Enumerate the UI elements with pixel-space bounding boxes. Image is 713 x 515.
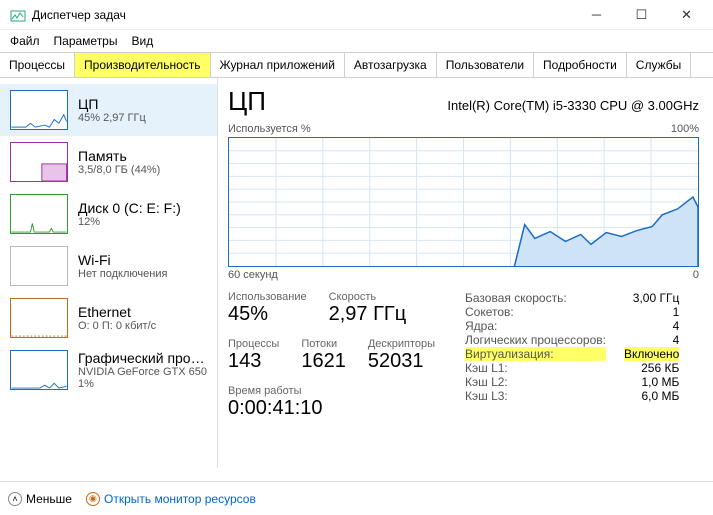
handle-value: 52031 — [368, 350, 435, 373]
thread-label: Потоки — [301, 338, 346, 350]
kv-virt-v: Включено — [624, 347, 679, 361]
tab-details[interactable]: Подробности — [534, 53, 627, 77]
kv-virt-k: Виртуализация: — [465, 347, 606, 361]
kv-l2-v: 1,0 МБ — [624, 375, 679, 389]
gpu-title: Графический процессор 0 — [78, 350, 207, 366]
kv-l1-k: Кэш L1: — [465, 361, 606, 375]
cpu-chart — [228, 137, 699, 267]
handle-label: Дескрипторы — [368, 338, 435, 350]
mem-title: Память — [78, 148, 160, 164]
app-icon — [10, 7, 26, 23]
wifi-thumb — [10, 246, 68, 286]
disk-title: Диск 0 (C: E: F:) — [78, 200, 181, 216]
chart-bottom-right: 0 — [693, 269, 699, 281]
gpu-sub: NVIDIA GeForce GTX 650 — [78, 366, 207, 378]
window-title: Диспетчер задач — [32, 8, 574, 22]
wifi-title: Wi-Fi — [78, 252, 167, 268]
kv-l2-k: Кэш L2: — [465, 375, 606, 389]
tab-startup[interactable]: Автозагрузка — [345, 53, 437, 77]
kv-lcpu-v: 4 — [624, 333, 679, 347]
page-title: ЦП — [228, 86, 266, 117]
tab-users[interactable]: Пользователи — [437, 53, 534, 77]
menu-bar: Файл Параметры Вид — [0, 30, 713, 52]
thread-value: 1621 — [301, 350, 346, 373]
sidebar: ЦП 45% 2,97 ГГц Память 3,5/8,0 ГБ (44%) … — [0, 78, 218, 468]
disk-sub: 12% — [78, 216, 181, 228]
speed-label: Скорость — [329, 291, 407, 303]
gpu-sub2: 1% — [78, 378, 207, 390]
chart-top-left: Используется % — [228, 123, 311, 135]
mem-thumb — [10, 142, 68, 182]
tab-services[interactable]: Службы — [627, 53, 691, 77]
menu-view[interactable]: Вид — [131, 34, 153, 48]
proc-label: Процессы — [228, 338, 279, 350]
eth-sub: О: 0 П: 0 кбит/с — [78, 320, 156, 332]
eth-thumb — [10, 298, 68, 338]
kv-l3-v: 6,0 МБ — [624, 389, 679, 403]
gpu-thumb — [10, 350, 68, 390]
wifi-sub: Нет подключения — [78, 268, 167, 280]
sidebar-item-gpu[interactable]: Графический процессор 0 NVIDIA GeForce G… — [0, 344, 217, 396]
sidebar-item-memory[interactable]: Память 3,5/8,0 ГБ (44%) — [0, 136, 217, 188]
kv-cores-v: 4 — [624, 319, 679, 333]
proc-value: 143 — [228, 350, 279, 373]
kv-sockets-v: 1 — [624, 305, 679, 319]
speed-value: 2,97 ГГц — [329, 303, 407, 326]
fewer-details-button[interactable]: ˄ Меньше — [8, 492, 72, 506]
cpu-model: Intel(R) Core(TM) i5-3330 CPU @ 3.00GHz — [447, 98, 699, 113]
menu-params[interactable]: Параметры — [54, 34, 118, 48]
menu-file[interactable]: Файл — [10, 34, 40, 48]
kv-base-k: Базовая скорость: — [465, 291, 606, 305]
sidebar-item-disk[interactable]: Диск 0 (C: E: F:) 12% — [0, 188, 217, 240]
cpu-sub: 45% 2,97 ГГц — [78, 112, 146, 124]
minimize-button[interactable]: ─ — [574, 1, 619, 29]
usage-value: 45% — [228, 303, 307, 326]
cpu-title: ЦП — [78, 96, 146, 112]
close-button[interactable]: ✕ — [664, 1, 709, 29]
uptime-label: Время работы — [228, 385, 435, 397]
open-resource-monitor-link[interactable]: ◉ Открыть монитор ресурсов — [86, 492, 256, 506]
main-panel: ЦП Intel(R) Core(TM) i5-3330 CPU @ 3.00G… — [218, 78, 713, 468]
kv-l1-v: 256 КБ — [624, 361, 679, 375]
tab-processes[interactable]: Процессы — [0, 53, 75, 77]
chart-bottom-left: 60 секунд — [228, 269, 278, 281]
fewer-label: Меньше — [26, 492, 72, 506]
sidebar-item-cpu[interactable]: ЦП 45% 2,97 ГГц — [0, 84, 217, 136]
tab-bar: Процессы Производительность Журнал прило… — [0, 52, 713, 78]
mem-sub: 3,5/8,0 ГБ (44%) — [78, 164, 160, 176]
tab-app-history[interactable]: Журнал приложений — [211, 53, 345, 77]
eth-title: Ethernet — [78, 304, 156, 320]
chevron-up-icon: ˄ — [8, 492, 22, 506]
sidebar-item-ethernet[interactable]: Ethernet О: 0 П: 0 кбит/с — [0, 292, 217, 344]
maximize-button[interactable]: ☐ — [619, 1, 664, 29]
chart-top-right: 100% — [671, 123, 699, 135]
disk-thumb — [10, 194, 68, 234]
monitor-icon: ◉ — [86, 492, 100, 506]
cpu-details: Базовая скорость: 3,00 ГГц Сокетов: 1 Яд… — [465, 291, 679, 403]
kv-l3-k: Кэш L3: — [465, 389, 606, 403]
cpu-thumb — [10, 90, 68, 130]
kv-sockets-k: Сокетов: — [465, 305, 606, 319]
title-bar: Диспетчер задач ─ ☐ ✕ — [0, 0, 713, 30]
tab-performance[interactable]: Производительность — [75, 53, 210, 77]
usage-label: Использование — [228, 291, 307, 303]
uptime-value: 0:00:41:10 — [228, 397, 435, 420]
sidebar-item-wifi[interactable]: Wi-Fi Нет подключения — [0, 240, 217, 292]
monitor-label: Открыть монитор ресурсов — [104, 492, 256, 506]
kv-lcpu-k: Логических процессоров: — [465, 333, 606, 347]
bottom-bar: ˄ Меньше ◉ Открыть монитор ресурсов — [0, 481, 713, 515]
kv-cores-k: Ядра: — [465, 319, 606, 333]
kv-base-v: 3,00 ГГц — [624, 291, 679, 305]
